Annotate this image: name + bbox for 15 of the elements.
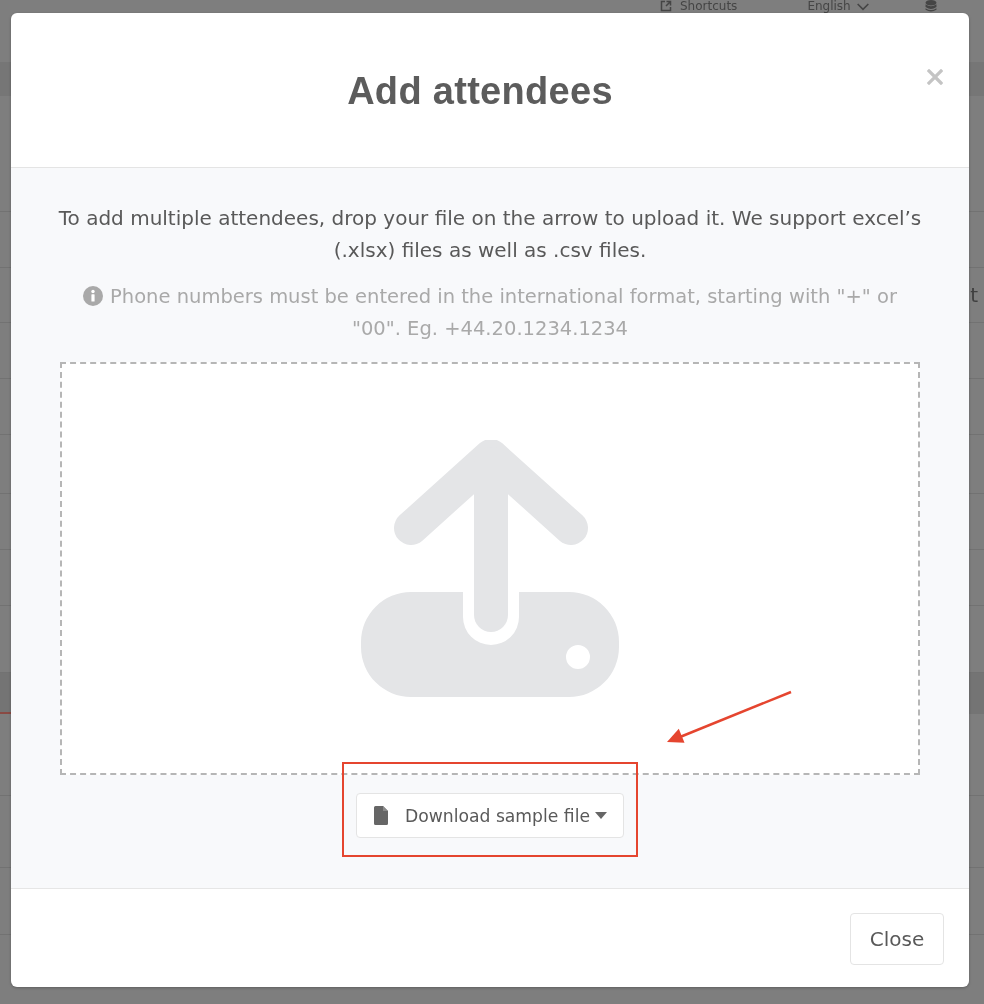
database-icon[interactable] xyxy=(924,0,937,12)
close-icon[interactable] xyxy=(927,69,943,85)
file-drop-zone[interactable] xyxy=(60,362,920,775)
upload-instructions: To add multiple attendees, drop your file on the arrow to upload it. We support excel’s (.xlsx) files as well as .csv files. xyxy=(57,205,923,264)
upload-icon xyxy=(361,439,619,698)
download-sample-button[interactable]: Download sample file xyxy=(356,793,624,838)
info-icon xyxy=(83,286,104,306)
dialog-title: Add attendees xyxy=(347,69,613,114)
external-link-icon[interactable] xyxy=(660,0,672,12)
phone-format-note: Phone numbers must be entered in the international format, starting with "+" or "00". Eg. +44.20.1234.1234 xyxy=(110,285,897,340)
table-cell-text: t xyxy=(970,283,978,307)
file-icon xyxy=(374,806,388,825)
chevron-down-icon[interactable] xyxy=(856,3,869,11)
close-button[interactable]: Close xyxy=(850,913,944,965)
caret-icon xyxy=(595,812,607,819)
